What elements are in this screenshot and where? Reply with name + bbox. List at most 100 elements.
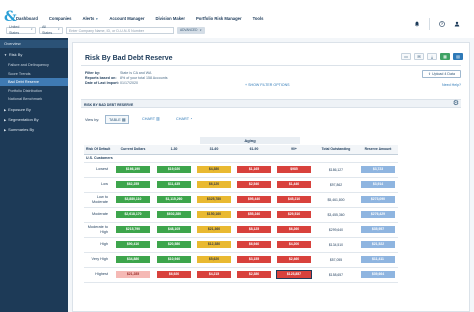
title-divider — [81, 65, 461, 66]
amount-badge[interactable]: $6,920 — [157, 271, 191, 278]
table-cell: $1,440 — [274, 177, 314, 193]
reserve-badge[interactable]: $276,429 — [361, 211, 395, 218]
table-cell: $150,160 — [194, 207, 234, 223]
table-cell: $21,360 — [194, 222, 234, 238]
amount-badge[interactable]: $10,940 — [157, 256, 191, 263]
amount-badge[interactable]: $602,280 — [157, 211, 191, 218]
nav-item-tools[interactable]: Tools — [253, 16, 264, 21]
amount-badge[interactable]: $6,940 — [237, 241, 271, 248]
amount-badge[interactable]: $985 — [277, 166, 311, 173]
table-cell: $19,020 — [154, 162, 194, 178]
amount-badge[interactable]: $12,380 — [197, 241, 231, 248]
table-cell: $2,380 — [234, 267, 274, 283]
amount-badge[interactable]: $166,190 — [116, 166, 150, 173]
nav-item-account-manager[interactable]: Account Manager — [109, 16, 144, 21]
amount-badge[interactable]: $29,510 — [277, 211, 311, 218]
sidebar-item-portfolio-distribution[interactable]: Portfolio Distribution — [0, 87, 68, 95]
amount-badge[interactable]: $2,618,170 — [116, 211, 150, 218]
amount-badge[interactable]: $1,115,260 — [157, 196, 191, 203]
gear-icon[interactable]: ⚙ — [453, 100, 459, 108]
user-icon[interactable] — [454, 21, 460, 27]
help-icon[interactable]: ? — [439, 21, 445, 27]
sidebar-item-segmentation-by[interactable]: ▶ Segmentation By — [0, 116, 68, 124]
company-search-input[interactable]: Enter Company Name, ID, or D-U-N-S Numbe… — [66, 26, 174, 34]
table-row: Moderate $2,618,170 $602,280 $150,160 $55,24… — [84, 207, 398, 223]
amount-badge[interactable]: $21,360 — [197, 226, 231, 233]
amount-badge[interactable]: $19,020 — [157, 166, 191, 173]
nav-item-companies[interactable]: Companies — [49, 16, 72, 21]
print-icon[interactable]: ▭ — [401, 53, 411, 60]
nav-item-portfolio-risk-manager[interactable]: Portfolio Risk Manager — [196, 16, 242, 21]
sidebar-item-national-benchmark[interactable]: National Benchmark — [0, 95, 68, 103]
reserve-badge[interactable]: $35,957 — [361, 226, 395, 233]
total-outstanding: $158,657 — [314, 267, 358, 283]
show-filter-options-link[interactable]: + SHOW FILTER OPTIONS — [245, 83, 290, 87]
sidebar-item-score-trends[interactable]: Score Trends — [0, 70, 68, 78]
amount-badge[interactable]: $5,620 — [197, 256, 231, 263]
reserve-badge[interactable]: $273,090 — [361, 196, 395, 203]
upload-label: Upload 4 Data — [432, 72, 455, 76]
country-select[interactable]: United States ▼ — [6, 25, 36, 35]
amount-badge[interactable]: $6,120 — [197, 181, 231, 188]
amount-badge[interactable]: $1,165 — [237, 166, 271, 173]
amount-badge[interactable]: $8,125 — [237, 226, 271, 233]
amount-badge[interactable]: $48,105 — [157, 226, 191, 233]
reserve-badge[interactable]: $39,664 — [361, 271, 395, 278]
amount-badge[interactable]: $3,880,110 — [116, 196, 150, 203]
reserve-badge[interactable]: $3,914 — [361, 181, 395, 188]
chevron-right-icon: ▶ — [4, 117, 8, 122]
amount-badge[interactable]: $95,440 — [237, 196, 271, 203]
amount-badge[interactable]: $3,155 — [237, 256, 271, 263]
amount-badge[interactable]: $215,790 — [116, 226, 150, 233]
amount-badge[interactable]: $2,460 — [277, 256, 311, 263]
nav-item-division-maker[interactable]: Division Maker — [155, 16, 185, 21]
bell-icon[interactable] — [414, 21, 420, 27]
need-help-link[interactable]: Need Help? — [442, 83, 461, 87]
chevron-down-icon: ▼ — [199, 28, 202, 32]
state-select[interactable]: All States ▼ — [39, 25, 63, 35]
nav-item-alerts[interactable]: Alerts▼ — [82, 16, 98, 21]
reserve-badge[interactable]: $21,522 — [361, 241, 395, 248]
download-icon[interactable]: ⤓ — [427, 53, 437, 60]
sidebar-item-summaries-by[interactable]: ▶ Summaries By — [0, 126, 68, 134]
table-cell: $3,723 — [358, 162, 398, 178]
table-cell: $166,190 — [112, 162, 154, 178]
amount-badge[interactable]: $4,215 — [197, 271, 231, 278]
email-icon[interactable]: ✉ — [414, 53, 424, 60]
amount-badge[interactable]: $6,260 — [277, 226, 311, 233]
amount-badge[interactable]: $55,240 — [237, 211, 271, 218]
brand-logo[interactable]: & — [4, 10, 17, 24]
reserve-badge[interactable]: $3,723 — [361, 166, 395, 173]
sidebar-item-risk-by[interactable]: ▼ Risk By — [0, 51, 68, 59]
sidebar-item-exposure-by[interactable]: ▶ Exposure By — [0, 106, 68, 114]
nav-item-dashboard[interactable]: Dashboard — [16, 16, 38, 21]
amount-badge[interactable]: $1,440 — [277, 181, 311, 188]
reserve-badge[interactable]: $11,411 — [361, 256, 395, 263]
amount-badge[interactable]: $45,210 — [277, 196, 311, 203]
amount-badge[interactable]: $325,780 — [197, 196, 231, 203]
view-tab-chart-1[interactable]: CHART ▥ — [139, 115, 163, 124]
view-tab-table[interactable]: TABLE ▦ — [105, 115, 130, 124]
excel-icon[interactable]: ▦ — [440, 53, 450, 60]
amount-badge[interactable]: $4,200 — [277, 241, 311, 248]
table-cell: $34,880 — [112, 252, 154, 268]
amount-badge[interactable]: $123,857 — [276, 270, 312, 279]
amount-badge[interactable]: $62,255 — [116, 181, 150, 188]
amount-badge[interactable]: $21,285 — [116, 271, 150, 278]
sidebar-item-label: Exposure By — [8, 106, 31, 112]
view-tab-chart-2[interactable]: CHART ◔ — [173, 115, 195, 124]
advanced-search-button[interactable]: ADVANCED ▼ — [177, 26, 205, 34]
amount-badge[interactable]: $2,380 — [237, 271, 271, 278]
amount-badge[interactable]: $90,410 — [116, 241, 150, 248]
upload-data-button[interactable]: ⇪ Upload 4 Data — [422, 70, 461, 78]
sidebar-item-overview[interactable]: Overview — [0, 40, 68, 48]
sidebar-item-bad-debt-reserve[interactable]: Bad Debt Reserve — [0, 78, 68, 86]
share-icon[interactable]: ▤ — [453, 53, 463, 60]
amount-badge[interactable]: $2,540 — [237, 181, 271, 188]
sidebar-item-failure-and-delinquency[interactable]: Failure and Delinquency — [0, 61, 68, 69]
amount-badge[interactable]: $11,435 — [157, 181, 191, 188]
amount-badge[interactable]: $34,880 — [116, 256, 150, 263]
amount-badge[interactable]: $4,380 — [197, 166, 231, 173]
amount-badge[interactable]: $150,160 — [197, 211, 231, 218]
amount-badge[interactable]: $20,580 — [157, 241, 191, 248]
